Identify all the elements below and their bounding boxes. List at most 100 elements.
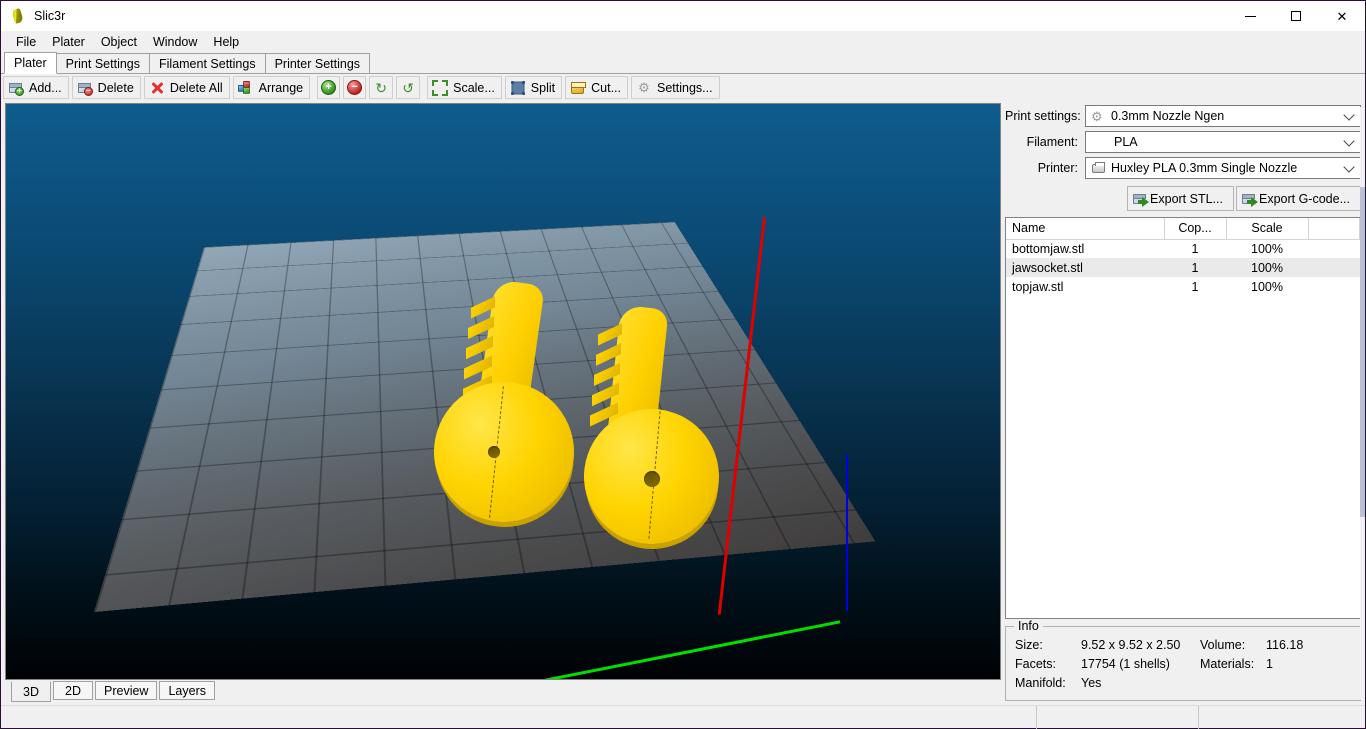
delete-button[interactable]: − Delete <box>72 76 141 99</box>
column-header-scale[interactable]: Scale <box>1226 218 1308 239</box>
key-right-hole <box>644 471 660 487</box>
info-row-size: Size: 9.52 x 9.52 x 2.50 Volume: 116.18 <box>1015 636 1352 655</box>
slic3r-logo-icon <box>10 8 26 24</box>
object-copies: 1 <box>1164 277 1226 296</box>
scale-icon <box>432 80 448 96</box>
close-icon: ✕ <box>1337 10 1348 23</box>
status-segment-tertiary <box>1199 706 1365 729</box>
gear-icon: ⚙ <box>1091 109 1106 124</box>
add-button[interactable]: + Add... <box>3 76 69 99</box>
column-header-blank[interactable] <box>1308 218 1360 239</box>
tab-print-settings[interactable]: Print Settings <box>56 53 150 73</box>
print-settings-value: 0.3mm Nozzle Ngen <box>1111 109 1224 123</box>
rotate-ccw-button[interactable]: ↻ <box>369 76 393 99</box>
view-mode-tabs: 3D 2D Preview Layers <box>5 681 1001 705</box>
tab-printer-settings[interactable]: Printer Settings <box>265 53 370 73</box>
table-row[interactable]: bottomjaw.stl 1 100% <box>1006 239 1360 258</box>
object-name: bottomjaw.stl <box>1006 239 1164 258</box>
info-legend: Info <box>1014 619 1043 633</box>
printer-combo[interactable]: Huxley PLA 0.3mm Single Nozzle <box>1085 157 1361 179</box>
slic3r-window: Slic3r ✕ File Plater Object Window Help … <box>0 0 1366 729</box>
maximize-icon <box>1291 11 1301 21</box>
info-row-manifold: Manifold: Yes <box>1015 674 1352 693</box>
add-object-icon: + <box>8 80 24 96</box>
chevron-down-icon <box>1343 109 1354 120</box>
arrange-icon <box>238 80 254 96</box>
3d-viewport[interactable] <box>6 104 1000 679</box>
scale-button[interactable]: Scale... <box>427 76 502 99</box>
arrange-button-label: Arrange <box>259 81 303 95</box>
close-button[interactable]: ✕ <box>1319 1 1365 31</box>
info-row-facets: Facets: 17754 (1 shells) Materials: 1 <box>1015 655 1352 674</box>
arrange-button[interactable]: Arrange <box>233 76 310 99</box>
object-scale: 100% <box>1226 258 1308 277</box>
table-row[interactable]: jawsocket.stl 1 100% <box>1006 258 1360 277</box>
maximize-button[interactable] <box>1273 1 1319 31</box>
export-stl-button[interactable]: Export STL... <box>1127 186 1234 211</box>
filament-row: Filament: PLA <box>1005 131 1361 153</box>
column-header-copies[interactable]: Cop... <box>1164 218 1226 239</box>
delete-all-button[interactable]: Delete All <box>144 76 230 99</box>
chevron-down-icon <box>1343 161 1354 172</box>
printer-icon <box>1091 161 1106 176</box>
viewport-frame <box>5 103 1001 680</box>
minimize-icon <box>1245 16 1256 17</box>
object-blank <box>1308 277 1360 296</box>
filament-value: PLA <box>1114 135 1138 149</box>
cut-button[interactable]: Cut... <box>565 76 628 99</box>
settings-button-label: Settings... <box>657 81 713 95</box>
status-segment-main <box>1 706 1037 729</box>
increase-copies-button[interactable]: + <box>317 76 340 99</box>
chevron-down-icon <box>1343 135 1354 146</box>
menu-object[interactable]: Object <box>93 32 145 51</box>
split-button[interactable]: Split <box>505 76 562 99</box>
plater-left-pane: 3D 2D Preview Layers <box>1 101 1003 705</box>
settings-button[interactable]: ⚙ Settings... <box>631 76 720 99</box>
print-settings-row: Print settings: ⚙ 0.3mm Nozzle Ngen <box>1005 105 1361 127</box>
split-icon <box>510 80 526 96</box>
plater-toolbar: + Add... − Delete Delete All Arrange + − <box>1 74 1365 101</box>
main-tab-bar: Plater Print Settings Filament Settings … <box>1 52 1365 74</box>
export-gcode-button[interactable]: Export G-code... <box>1236 186 1361 211</box>
right-pane-scrollbar[interactable] <box>1360 107 1365 700</box>
view-tab-3d[interactable]: 3D <box>11 681 51 702</box>
object-name: topjaw.stl <box>1006 277 1164 296</box>
key-left-hole <box>488 446 500 458</box>
tab-plater[interactable]: Plater <box>4 52 57 74</box>
scale-button-label: Scale... <box>453 81 495 95</box>
minimize-button[interactable] <box>1227 1 1273 31</box>
view-tab-2d[interactable]: 2D <box>53 681 93 700</box>
object-list[interactable]: Name Cop... Scale bottomjaw.stl 1 100% j… <box>1005 217 1361 619</box>
delete-all-icon <box>149 80 165 96</box>
object-copies: 1 <box>1164 239 1226 258</box>
filament-combo[interactable]: PLA <box>1085 131 1361 153</box>
scrollbar-thumb[interactable] <box>1360 187 1365 517</box>
decrease-copies-button[interactable]: − <box>343 76 366 99</box>
menu-plater[interactable]: Plater <box>44 32 93 51</box>
printer-label: Printer: <box>1005 161 1085 175</box>
main-body: 3D 2D Preview Layers Print settings: ⚙ 0… <box>1 101 1365 705</box>
split-button-label: Split <box>531 81 555 95</box>
tab-filament-settings[interactable]: Filament Settings <box>149 53 266 73</box>
print-settings-combo[interactable]: ⚙ 0.3mm Nozzle Ngen <box>1085 105 1361 127</box>
status-bar <box>1 705 1365 728</box>
table-row[interactable]: topjaw.stl 1 100% <box>1006 277 1360 296</box>
facets-label: Facets: <box>1015 655 1081 674</box>
menu-window[interactable]: Window <box>145 32 205 51</box>
view-tab-preview[interactable]: Preview <box>95 681 157 700</box>
add-button-label: Add... <box>29 81 62 95</box>
rotate-cw-button[interactable]: ↺ <box>396 76 420 99</box>
status-segment-secondary <box>1037 706 1199 729</box>
menu-file[interactable]: File <box>8 32 44 51</box>
axis-y-line <box>276 620 841 679</box>
object-blank <box>1308 239 1360 258</box>
menu-help[interactable]: Help <box>205 32 247 51</box>
object-name: jawsocket.stl <box>1006 258 1164 277</box>
model-key-right[interactable] <box>566 299 856 569</box>
print-settings-label: Print settings: <box>1005 109 1085 123</box>
view-tab-layers[interactable]: Layers <box>159 681 215 700</box>
delete-all-button-label: Delete All <box>170 81 223 95</box>
volume-value: 116.18 <box>1266 636 1303 655</box>
delete-object-icon: − <box>77 80 93 96</box>
column-header-name[interactable]: Name <box>1006 218 1164 239</box>
